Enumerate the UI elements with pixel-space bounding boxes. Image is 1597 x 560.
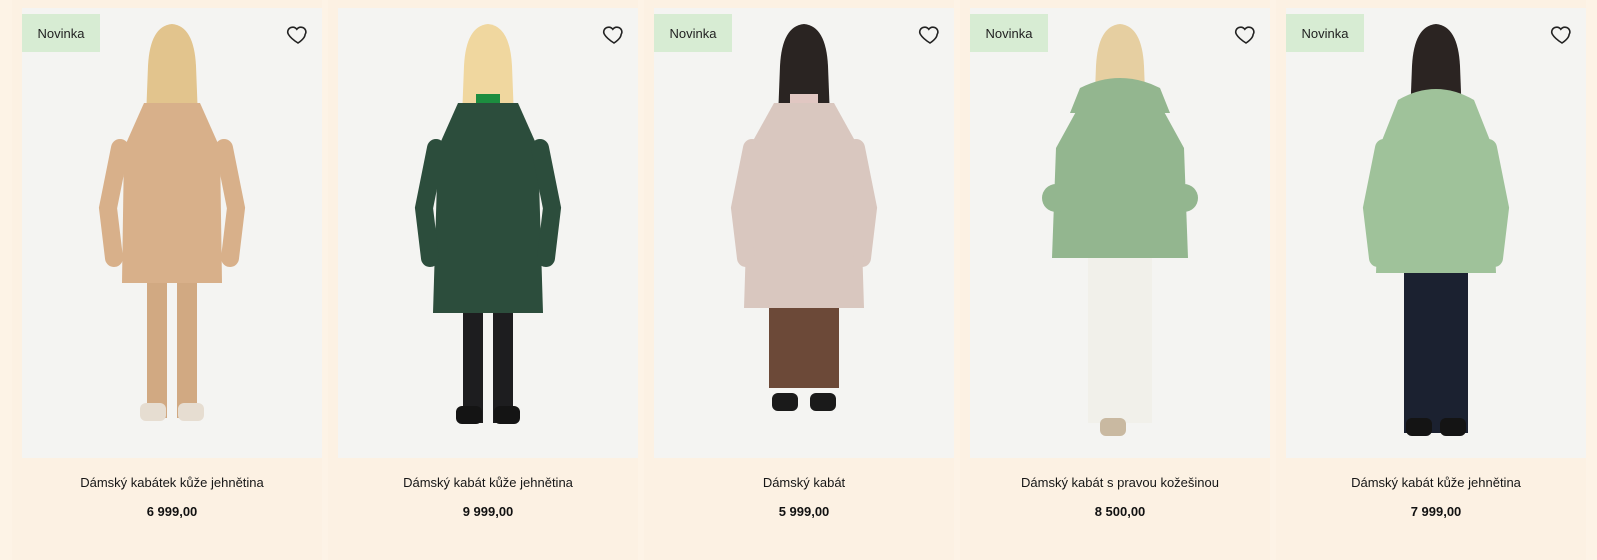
model-illustration [1042,24,1198,436]
model-illustration [1362,24,1510,436]
model-left-arm [98,139,129,267]
product-card[interactable]: Novinka Dámský kabát 5 999,00 [644,0,954,560]
product-card[interactable]: Novinka Dámský kabát s pravou kožešinou … [960,0,1270,560]
model-illustration [414,24,562,424]
product-image[interactable]: Novinka [970,8,1270,458]
product-card[interactable]: Dámský kabát kůže jehnětina 9 999,00 [328,0,638,560]
product-title[interactable]: Dámský kabát kůže jehnětina [338,475,638,490]
model-right-shoe [178,403,204,421]
model-right-arm [215,139,246,267]
product-price: 9 999,00 [462,504,514,519]
product-title[interactable]: Dámský kabátek kůže jehnětina [22,475,322,490]
product-price: 8 500,00 [1094,504,1146,519]
model-coat [122,103,222,283]
product-grid: Novinka Dámský kabátek kůže jehnětina 6 … [12,0,1592,560]
model-left-leg [147,283,167,418]
product-image[interactable] [338,8,638,458]
model-left-shoe [140,403,166,421]
product-price: 7 999,00 [1410,504,1462,519]
model-right-leg [177,283,197,418]
model-illustration [730,24,878,411]
product-image[interactable]: Novinka [22,8,322,458]
model-illustration [98,24,246,421]
product-title[interactable]: Dámský kabát [654,475,954,490]
product-image[interactable]: Novinka [654,8,954,458]
product-image[interactable]: Novinka [1286,8,1586,458]
product-card[interactable]: Novinka Dámský kabátek kůže jehnětina 6 … [12,0,322,560]
product-title[interactable]: Dámský kabát kůže jehnětina [1286,475,1586,490]
product-card[interactable]: Novinka Dámský kabát kůže jehnětina 7 99… [1276,0,1586,560]
product-price: 5 999,00 [778,504,830,519]
product-price: 6 999,00 [146,504,198,519]
product-title[interactable]: Dámský kabát s pravou kožešinou [970,475,1270,490]
